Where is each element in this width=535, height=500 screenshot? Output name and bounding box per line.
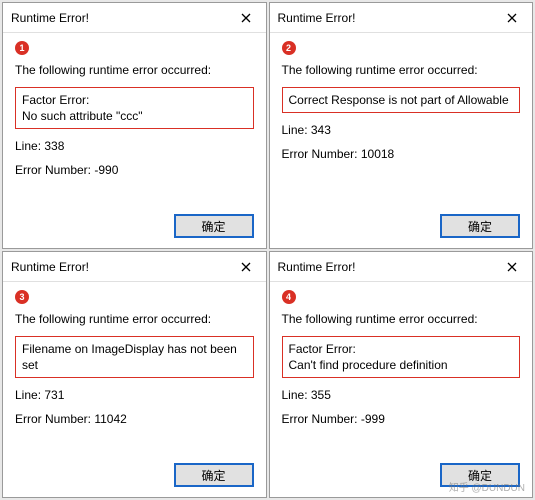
error-message-box: Factor Error: Can't find procedure defin… bbox=[282, 336, 521, 378]
window-title: Runtime Error! bbox=[11, 11, 89, 25]
ok-button[interactable]: 确定 bbox=[440, 214, 520, 238]
line-number: Line: 343 bbox=[282, 123, 521, 137]
window-title: Runtime Error! bbox=[278, 11, 356, 25]
titlebar: Runtime Error! bbox=[3, 3, 266, 33]
line-number: Line: 355 bbox=[282, 388, 521, 402]
titlebar: Runtime Error! bbox=[3, 252, 266, 282]
error-message-box: Factor Error: No such attribute "ccc" bbox=[15, 87, 254, 129]
error-heading: The following runtime error occurred: bbox=[282, 63, 521, 77]
close-button[interactable] bbox=[500, 255, 524, 279]
error-number: Error Number: 11042 bbox=[15, 412, 254, 426]
dialog-body: 4 The following runtime error occurred: … bbox=[270, 282, 533, 455]
error-message-box: Correct Response is not part of Allowabl… bbox=[282, 87, 521, 113]
dialog-footer: 确定 bbox=[3, 206, 266, 248]
error-number: Error Number: -990 bbox=[15, 163, 254, 177]
ok-button[interactable]: 确定 bbox=[174, 214, 254, 238]
close-button[interactable] bbox=[234, 6, 258, 30]
dialog-grid: Runtime Error! 1 The following runtime e… bbox=[0, 0, 535, 500]
close-icon bbox=[507, 13, 517, 23]
dialog-footer: 确定 bbox=[3, 455, 266, 497]
ok-button[interactable]: 确定 bbox=[174, 463, 254, 487]
number-badge: 3 bbox=[15, 290, 29, 304]
dialog-footer: 确定 bbox=[270, 455, 533, 497]
error-number: Error Number: -999 bbox=[282, 412, 521, 426]
error-number: Error Number: 10018 bbox=[282, 147, 521, 161]
number-badge: 4 bbox=[282, 290, 296, 304]
error-heading: The following runtime error occurred: bbox=[15, 312, 254, 326]
number-badge: 2 bbox=[282, 41, 296, 55]
line-number: Line: 731 bbox=[15, 388, 254, 402]
runtime-error-dialog: Runtime Error! 2 The following runtime e… bbox=[269, 2, 534, 249]
window-title: Runtime Error! bbox=[278, 260, 356, 274]
titlebar: Runtime Error! bbox=[270, 3, 533, 33]
close-button[interactable] bbox=[500, 6, 524, 30]
dialog-body: 1 The following runtime error occurred: … bbox=[3, 33, 266, 206]
ok-button[interactable]: 确定 bbox=[440, 463, 520, 487]
dialog-body: 2 The following runtime error occurred: … bbox=[270, 33, 533, 206]
runtime-error-dialog: Runtime Error! 1 The following runtime e… bbox=[2, 2, 267, 249]
window-title: Runtime Error! bbox=[11, 260, 89, 274]
dialog-body: 3 The following runtime error occurred: … bbox=[3, 282, 266, 455]
titlebar: Runtime Error! bbox=[270, 252, 533, 282]
runtime-error-dialog: Runtime Error! 3 The following runtime e… bbox=[2, 251, 267, 498]
runtime-error-dialog: Runtime Error! 4 The following runtime e… bbox=[269, 251, 534, 498]
line-number: Line: 338 bbox=[15, 139, 254, 153]
close-icon bbox=[241, 262, 251, 272]
close-button[interactable] bbox=[234, 255, 258, 279]
number-badge: 1 bbox=[15, 41, 29, 55]
error-heading: The following runtime error occurred: bbox=[15, 63, 254, 77]
close-icon bbox=[507, 262, 517, 272]
error-heading: The following runtime error occurred: bbox=[282, 312, 521, 326]
error-message-box: Filename on ImageDisplay has not been se… bbox=[15, 336, 254, 378]
close-icon bbox=[241, 13, 251, 23]
dialog-footer: 确定 bbox=[270, 206, 533, 248]
